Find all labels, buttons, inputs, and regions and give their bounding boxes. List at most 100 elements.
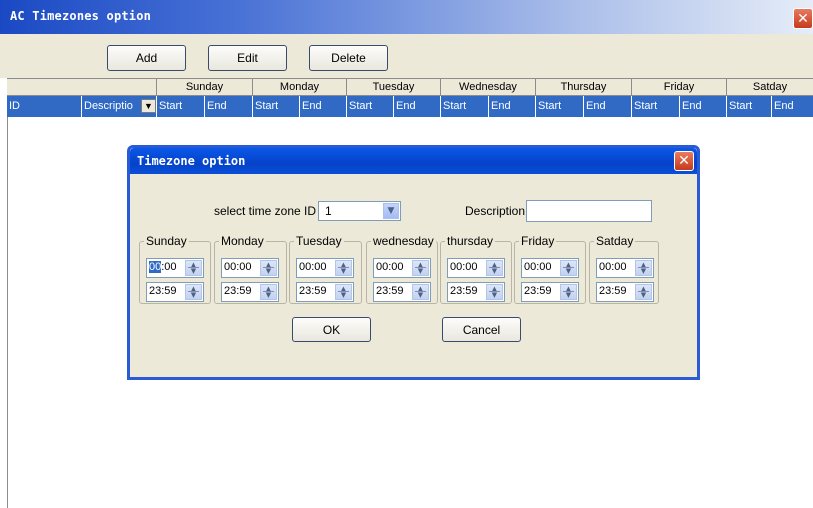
wednesday-end-time-input[interactable]: 23:59 ▲ ▼	[373, 282, 431, 302]
spin-down-icon: ▼	[190, 267, 197, 275]
ok-button[interactable]: OK	[292, 317, 371, 342]
day-label-thursday: thursday	[445, 234, 496, 248]
thursday-start-time-input[interactable]: 00:00 ▲ ▼	[447, 258, 505, 278]
day-group-monday: Monday 00:00 ▲ ▼ 23:59 ▲ ▼	[214, 234, 287, 304]
wednesday-start-time-input[interactable]: 00:00 ▲ ▼	[373, 258, 431, 278]
monday-start-spinner[interactable]: ▲ ▼	[260, 260, 277, 276]
thursday-end-spinner[interactable]: ▲ ▼	[486, 284, 503, 300]
wednesday-start-time-value: 00:00	[376, 261, 404, 273]
day-group-thursday: thursday 00:00 ▲ ▼ 23:59 ▲ ▼	[440, 234, 512, 304]
header-friday-end[interactable]: End	[679, 96, 726, 117]
day-label-wednesday: wednesday	[371, 234, 436, 248]
header-sunday-start[interactable]: Start	[156, 96, 204, 117]
spin-down-icon: ▼	[190, 291, 197, 299]
header-monday-start[interactable]: Start	[252, 96, 299, 117]
monday-end-spinner[interactable]: ▲ ▼	[260, 284, 277, 300]
friday-start-time-input[interactable]: 00:00 ▲ ▼	[521, 258, 579, 278]
description-label: Description	[465, 204, 526, 218]
friday-start-spinner[interactable]: ▲ ▼	[560, 260, 577, 276]
header-sunday[interactable]: Sunday	[156, 79, 252, 95]
timezone-id-value: 1	[325, 204, 332, 218]
spin-down-icon: ▼	[565, 267, 572, 275]
wednesday-end-spinner[interactable]: ▲ ▼	[412, 284, 429, 300]
grid-day-header-row: Sunday Monday Tuesday Wednesday Thursday…	[7, 78, 813, 96]
cancel-button[interactable]: Cancel	[442, 317, 521, 342]
spin-down-icon: ▼	[640, 267, 647, 275]
header-friday-start[interactable]: Start	[631, 96, 679, 117]
add-button[interactable]: Add	[107, 45, 186, 71]
thursday-end-time-input[interactable]: 23:59 ▲ ▼	[447, 282, 505, 302]
chevron-down-icon: ▼	[144, 101, 153, 111]
day-group-friday: Friday 00:00 ▲ ▼ 23:59 ▲ ▼	[514, 234, 586, 304]
monday-start-time-input[interactable]: 00:00 ▲ ▼	[221, 258, 279, 278]
header-wednesday[interactable]: Wednesday	[440, 79, 535, 95]
grid-left-border	[7, 117, 8, 508]
dialog-close-button[interactable]: ✕	[674, 151, 694, 171]
thursday-start-spinner[interactable]: ▲ ▼	[486, 260, 503, 276]
day-label-satday: Satday	[594, 234, 636, 248]
header-tuesday-end[interactable]: End	[393, 96, 440, 117]
day-group-wednesday: wednesday 00:00 ▲ ▼ 23:59 ▲ ▼	[366, 234, 438, 304]
header-thursday[interactable]: Thursday	[535, 79, 631, 95]
header-satday-start[interactable]: Start	[726, 96, 771, 117]
header-id[interactable]: ID	[7, 96, 81, 117]
sunday-end-time-value: 23:59	[149, 285, 177, 297]
monday-end-time-input[interactable]: 23:59 ▲ ▼	[221, 282, 279, 302]
friday-end-spinner[interactable]: ▲ ▼	[560, 284, 577, 300]
wednesday-start-spinner[interactable]: ▲ ▼	[412, 260, 429, 276]
chevron-down-icon: ▼	[387, 206, 395, 216]
day-label-friday: Friday	[519, 234, 557, 248]
header-wednesday-end[interactable]: End	[488, 96, 535, 117]
grid-column-header-row: ID Descriptio ▼ Start End Start End Star…	[7, 96, 813, 117]
sunday-end-spinner[interactable]: ▲ ▼	[185, 284, 202, 300]
header-tuesday[interactable]: Tuesday	[346, 79, 440, 95]
description-input[interactable]	[526, 200, 652, 222]
header-thursday-end[interactable]: End	[583, 96, 631, 117]
header-satday[interactable]: Satday	[726, 79, 813, 95]
header-sunday-end[interactable]: End	[204, 96, 252, 117]
satday-start-spinner[interactable]: ▲ ▼	[635, 260, 652, 276]
sunday-start-spinner[interactable]: ▲ ▼	[185, 260, 202, 276]
spin-down-icon: ▼	[565, 291, 572, 299]
satday-end-time-input[interactable]: 23:59 ▲ ▼	[596, 282, 654, 302]
thursday-end-time-value: 23:59	[450, 285, 478, 297]
spin-down-icon: ▼	[417, 267, 424, 275]
timezone-id-select[interactable]: 1 ▼	[318, 201, 401, 221]
tuesday-end-time-input[interactable]: 23:59 ▲ ▼	[296, 282, 354, 302]
header-tuesday-start[interactable]: Start	[346, 96, 393, 117]
header-monday-end[interactable]: End	[299, 96, 346, 117]
delete-button[interactable]: Delete	[309, 45, 388, 71]
header-monday[interactable]: Monday	[252, 79, 346, 95]
header-friday[interactable]: Friday	[631, 79, 726, 95]
spin-down-icon: ▼	[265, 267, 272, 275]
satday-start-time-value: 00:00	[599, 261, 627, 273]
close-icon: ✕	[678, 153, 690, 169]
timezone-id-dropdown-button[interactable]: ▼	[383, 203, 399, 219]
edit-button[interactable]: Edit	[208, 45, 287, 71]
friday-end-time-input[interactable]: 23:59 ▲ ▼	[521, 282, 579, 302]
tuesday-start-spinner[interactable]: ▲ ▼	[335, 260, 352, 276]
day-group-tuesday: Tuesday 00:00 ▲ ▼ 23:59 ▲ ▼	[289, 234, 362, 304]
timezone-option-dialog: Timezone option ✕ select time zone ID 1 …	[127, 145, 700, 380]
tuesday-end-spinner[interactable]: ▲ ▼	[335, 284, 352, 300]
spin-down-icon: ▼	[265, 291, 272, 299]
satday-start-time-input[interactable]: 00:00 ▲ ▼	[596, 258, 654, 278]
tuesday-end-time-value: 23:59	[299, 285, 327, 297]
satday-end-time-value: 23:59	[599, 285, 627, 297]
tuesday-start-time-input[interactable]: 00:00 ▲ ▼	[296, 258, 354, 278]
close-icon: ✕	[797, 10, 809, 27]
sunday-start-time-input[interactable]: 00:00 ▲ ▼	[146, 258, 204, 278]
wednesday-end-time-value: 23:59	[376, 285, 404, 297]
toolbar: Add Edit Delete	[0, 34, 813, 78]
select-timezone-label: select time zone ID	[214, 204, 317, 218]
header-satday-end[interactable]: End	[771, 96, 813, 117]
satday-end-spinner[interactable]: ▲ ▼	[635, 284, 652, 300]
spin-down-icon: ▼	[491, 267, 498, 275]
dialog-title: Timezone option	[137, 154, 246, 168]
main-close-button[interactable]: ✕	[793, 8, 813, 29]
description-dropdown-button[interactable]: ▼	[141, 99, 156, 113]
header-wednesday-start[interactable]: Start	[440, 96, 488, 117]
header-thursday-start[interactable]: Start	[535, 96, 583, 117]
spin-down-icon: ▼	[640, 291, 647, 299]
sunday-end-time-input[interactable]: 23:59 ▲ ▼	[146, 282, 204, 302]
